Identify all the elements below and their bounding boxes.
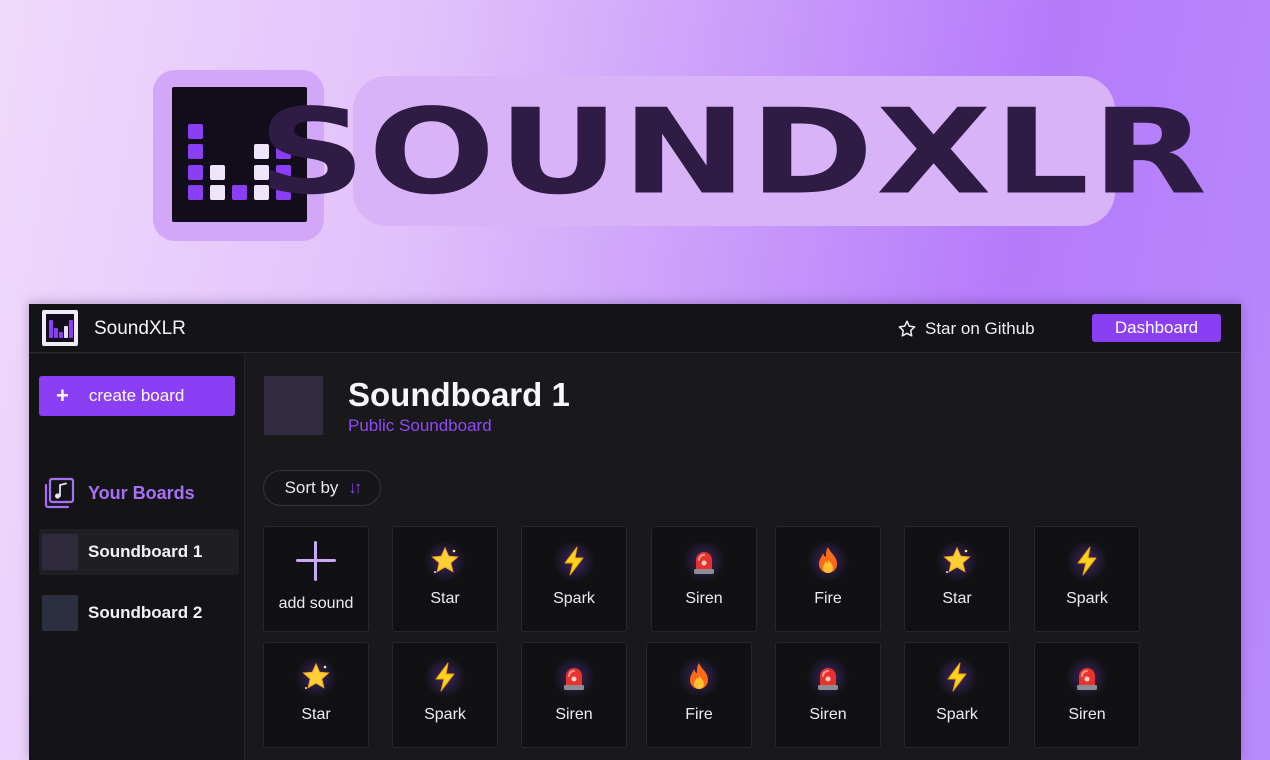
- sound-tile-label: Fire: [685, 706, 713, 723]
- star-icon: [936, 540, 978, 582]
- board-thumbnail: [42, 534, 78, 570]
- add-sound-label: add sound: [278, 595, 354, 612]
- sort-by-button[interactable]: Sort by ↓↑: [263, 470, 381, 506]
- your-boards-label: Your Boards: [88, 482, 195, 503]
- equalizer-bar-cell: [188, 185, 203, 200]
- sound-tile-spark[interactable]: Spark: [521, 526, 627, 632]
- sort-arrows-icon: ↓↑: [348, 478, 362, 497]
- top-navbar: SoundXLR Star on Github Dashboard: [29, 304, 1241, 353]
- equalizer-bar-cell: [188, 164, 203, 180]
- equalizer-bar-cell: [188, 123, 203, 139]
- plus-icon: +: [56, 383, 69, 408]
- board-title: Soundboard 1: [348, 376, 570, 413]
- sound-tile-spark[interactable]: Spark: [904, 642, 1010, 748]
- siren-icon: [1066, 656, 1108, 698]
- sound-tile-label: Spark: [553, 590, 595, 607]
- sidebar-item-soundboard-1[interactable]: Soundboard 1: [39, 529, 239, 575]
- sound-tile-label: Siren: [809, 706, 847, 723]
- hero-title-banner: SOUNDXLR: [258, 76, 1207, 226]
- siren-icon: [807, 656, 849, 698]
- star-icon: [424, 540, 466, 582]
- sound-tile-star[interactable]: Star: [904, 526, 1010, 632]
- sound-tile-star[interactable]: Star: [392, 526, 498, 632]
- app-name[interactable]: SoundXLR: [94, 318, 186, 340]
- sound-tile-label: Star: [301, 706, 331, 723]
- dashboard-button[interactable]: Dashboard: [1092, 314, 1221, 342]
- your-boards-heading: Your Boards: [43, 477, 195, 509]
- equalizer-bar-cell: [210, 185, 225, 200]
- sound-tile-label: Star: [942, 590, 972, 607]
- star-outline-icon: [898, 320, 916, 337]
- board-thumbnail: [42, 595, 78, 631]
- sort-by-label: Sort by: [284, 478, 339, 497]
- sound-tile-siren[interactable]: Siren: [1034, 642, 1140, 748]
- sound-tile-spark[interactable]: Spark: [1034, 526, 1140, 632]
- sound-tile-fire[interactable]: Fire: [775, 526, 881, 632]
- sound-tile-label: Siren: [685, 590, 723, 607]
- sound-tile-label: Siren: [555, 706, 593, 723]
- sound-tile-siren[interactable]: Siren: [651, 526, 757, 632]
- sound-tile-label: Spark: [424, 706, 466, 723]
- sound-tile-label: Fire: [814, 590, 842, 607]
- add-sound-tile[interactable]: add sound: [263, 526, 369, 632]
- create-board-label: create board: [88, 386, 185, 405]
- fire-icon: [807, 540, 849, 582]
- siren-icon: [683, 540, 725, 582]
- star-icon: [295, 656, 337, 698]
- sound-tile-label: Star: [430, 590, 460, 607]
- app-window: SoundXLR Star on Github Dashboard + crea…: [29, 304, 1241, 760]
- add-plus-icon: [296, 541, 336, 581]
- board-cover-image[interactable]: [264, 376, 323, 435]
- sound-tile-siren[interactable]: Siren: [775, 642, 881, 748]
- github-link-label: Star on Github: [925, 319, 1035, 338]
- board-visibility-label: Public Soundboard: [348, 416, 492, 435]
- sidebar-item-soundboard-2[interactable]: Soundboard 2: [39, 590, 239, 636]
- lightning-icon: [424, 656, 466, 698]
- sound-tile-spark[interactable]: Spark: [392, 642, 498, 748]
- sound-tile-label: Spark: [936, 706, 978, 723]
- board-item-label: Soundboard 1: [88, 542, 203, 561]
- equalizer-bar-cell: [232, 185, 247, 200]
- star-on-github-link[interactable]: Star on Github: [897, 317, 1035, 341]
- app-logo-icon[interactable]: [42, 310, 78, 346]
- sound-tile-label: Spark: [1066, 590, 1108, 607]
- siren-icon: [553, 656, 595, 698]
- music-library-icon: [44, 477, 75, 509]
- hero-title: SOUNDXLR: [258, 84, 1210, 222]
- sound-tile-siren[interactable]: Siren: [521, 642, 627, 748]
- equalizer-bar-cell: [210, 164, 225, 180]
- create-board-button[interactable]: + create board: [39, 376, 235, 416]
- fire-icon: [678, 656, 720, 698]
- sound-tile-label: Siren: [1068, 706, 1106, 723]
- lightning-icon: [936, 656, 978, 698]
- lightning-icon: [553, 540, 595, 582]
- sound-tile-star[interactable]: Star: [263, 642, 369, 748]
- board-item-label: Soundboard 2: [88, 603, 203, 622]
- lightning-icon: [1066, 540, 1108, 582]
- sound-tile-fire[interactable]: Fire: [646, 642, 752, 748]
- sidebar: + create board Your Boards Soundboard 1 …: [29, 354, 245, 760]
- equalizer-bar-cell: [188, 144, 203, 159]
